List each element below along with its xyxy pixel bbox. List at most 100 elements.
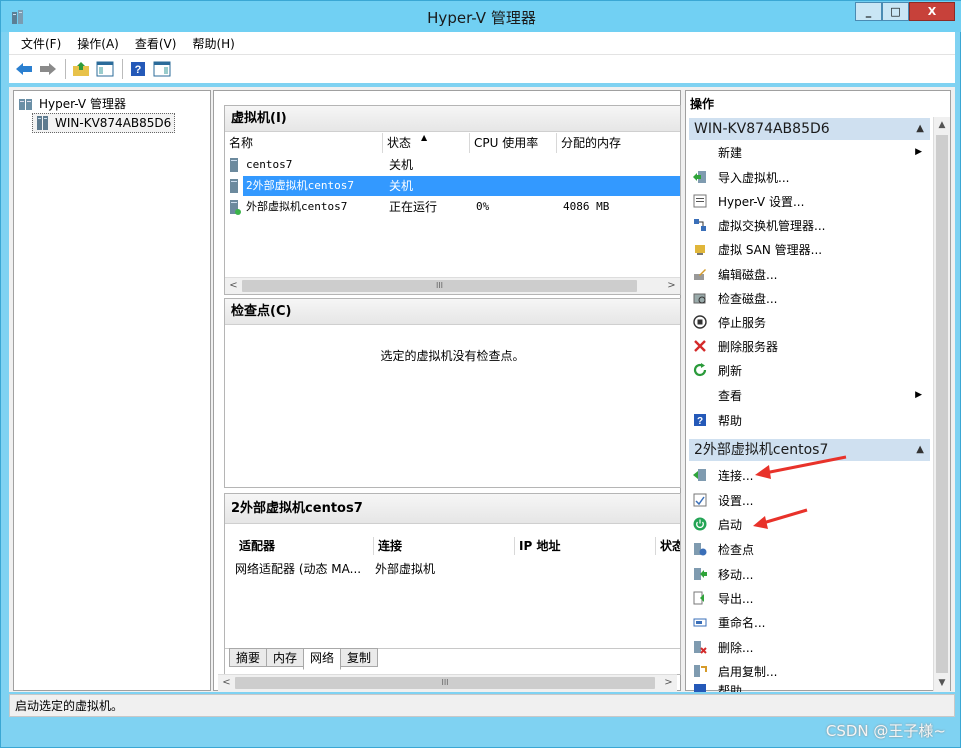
up-folder-icon[interactable] (70, 58, 92, 80)
menu-view[interactable]: 查看(V) (135, 35, 177, 52)
center-hscrollbar[interactable]: < III > (218, 674, 677, 691)
col-connection[interactable]: 连接 (374, 537, 515, 555)
tab-summary[interactable]: 摘要 (229, 648, 268, 667)
vm-row-selected[interactable]: 2外部虚拟机centos7 关机 (225, 176, 680, 196)
scroll-right-icon[interactable]: > (663, 278, 680, 294)
tree-root[interactable]: Hyper-V 管理器 (18, 95, 126, 112)
help-icon: ? (692, 412, 708, 428)
menu-bar: 文件(F) 操作(A) 查看(V) 帮助(H) (9, 32, 955, 54)
scroll-thumb[interactable] (936, 135, 948, 673)
checkpoints-panel: 检查点(C) 选定的虚拟机没有检查点。 (224, 298, 681, 488)
action-export[interactable]: 导出... (692, 587, 930, 609)
action-hyperv-settings[interactable]: Hyper-V 设置... (692, 190, 930, 212)
action-new[interactable]: 新建 ▶ (692, 141, 930, 163)
vm-row[interactable]: 外部虚拟机centos7 正在运行 0% 4086 MB (225, 197, 680, 217)
rename-icon (692, 614, 708, 630)
actions-title: 操作 (690, 97, 715, 111)
scroll-up-icon[interactable]: ▲ (934, 117, 950, 133)
col-name[interactable]: 名称 (225, 133, 383, 153)
vm-state: 关机 (389, 179, 414, 193)
col-cpu[interactable]: CPU 使用率 (470, 133, 557, 153)
tree-server-label: WIN-KV874AB85D6 (55, 116, 172, 130)
scroll-down-icon[interactable]: ▼ (934, 675, 950, 691)
collapse-icon[interactable]: ▲ (916, 439, 924, 461)
scroll-thumb[interactable]: III (242, 280, 637, 292)
action-virtual-switch-manager[interactable]: 虚拟交换机管理器... (692, 214, 930, 236)
tab-network[interactable]: 网络 (303, 648, 342, 670)
forward-arrow-icon[interactable] (37, 58, 59, 80)
action-help[interactable]: ? 帮助 (692, 409, 930, 431)
menu-help[interactable]: 帮助(H) (192, 35, 234, 52)
menu-file[interactable]: 文件(F) (21, 35, 61, 52)
show-hide-console-tree-icon[interactable] (94, 58, 116, 80)
action-inspect-disk[interactable]: 检查磁盘... (692, 287, 930, 309)
vm-list-hscrollbar[interactable]: < III > (225, 277, 680, 294)
action-vm-help[interactable]: 帮助 (692, 682, 930, 692)
col-state[interactable]: 状态 ▲ (383, 133, 470, 153)
col-memory[interactable]: 分配的内存 (557, 133, 680, 153)
tree-server[interactable]: WIN-KV874AB85D6 (32, 113, 176, 133)
details-panel: 2外部虚拟机centos7 适配器 连接 IP 地址 状态 网络适配器 (动态 … (224, 493, 681, 675)
center-pane: 虚拟机(I) 名称 状态 ▲ CPU 使用率 分配的内存 centos7 关机 (213, 90, 681, 691)
action-remove-server[interactable]: 删除服务器 (692, 335, 930, 357)
action-start[interactable]: 启动 (692, 513, 930, 535)
tab-replication[interactable]: 复制 (340, 648, 379, 667)
tab-memory[interactable]: 内存 (266, 648, 305, 667)
help-icon[interactable]: ? (127, 58, 149, 80)
back-arrow-icon[interactable] (13, 58, 35, 80)
close-button[interactable]: X (909, 2, 955, 21)
scroll-right-icon[interactable]: > (660, 675, 677, 691)
import-icon (692, 169, 708, 185)
delete-vm-icon (692, 639, 708, 655)
maximize-button[interactable]: □ (882, 2, 909, 21)
action-view[interactable]: 查看 ▶ (692, 384, 930, 406)
vm-row[interactable]: centos7 关机 (225, 155, 680, 175)
action-checkpoint[interactable]: 检查点 (692, 538, 930, 560)
action-settings[interactable]: 设置... (692, 489, 930, 511)
action-rename[interactable]: 重命名... (692, 611, 930, 633)
server-actions-section[interactable]: WIN-KV874AB85D6 ▲ (689, 118, 930, 140)
annotation-arrow-connect (755, 455, 847, 479)
toolbar-separator (122, 59, 123, 79)
scroll-left-icon[interactable]: < (225, 278, 242, 294)
scroll-thumb[interactable]: III (235, 677, 655, 689)
action-label: 删除... (718, 640, 754, 655)
col-status[interactable]: 状态 (656, 537, 680, 555)
title-bar[interactable]: Hyper-V 管理器 _ □ X (1, 1, 961, 32)
adapter-name: 网络适配器 (动态 MA... (235, 562, 362, 576)
action-refresh[interactable]: 刷新 (692, 359, 930, 381)
action-virtual-san-manager[interactable]: 虚拟 SAN 管理器... (692, 238, 930, 260)
action-label: 帮助 (718, 413, 743, 428)
collapse-icon[interactable]: ▲ (916, 118, 924, 140)
action-enable-replication[interactable]: 启用复制... (692, 660, 930, 682)
minimize-button[interactable]: _ (855, 2, 882, 21)
edit-disk-icon (692, 266, 708, 282)
action-label: 启动 (718, 517, 743, 532)
col-state-label: 状态 (387, 136, 412, 150)
action-stop-service[interactable]: 停止服务 (692, 311, 930, 333)
vm-icon (230, 179, 238, 193)
action-delete[interactable]: 删除... (692, 636, 930, 658)
action-label: 删除服务器 (718, 339, 779, 354)
menu-action[interactable]: 操作(A) (77, 35, 119, 52)
col-adapter[interactable]: 适配器 (235, 537, 374, 555)
action-edit-disk[interactable]: 编辑磁盘... (692, 263, 930, 285)
vm-memory: 4086 MB (563, 200, 610, 213)
help-icon (692, 682, 708, 692)
action-import-vm[interactable]: 导入虚拟机... (692, 166, 930, 188)
vm-name: 外部虚拟机centos7 (246, 200, 348, 213)
inspect-disk-icon (692, 290, 708, 306)
col-ip-address[interactable]: IP 地址 (515, 537, 656, 555)
show-hide-action-pane-icon[interactable] (151, 58, 173, 80)
scroll-left-icon[interactable]: < (218, 675, 235, 691)
export-icon (692, 590, 708, 606)
action-label: 刷新 (718, 363, 743, 378)
settings-icon (692, 193, 708, 209)
actions-vscrollbar[interactable]: ▲ ▼ (933, 117, 950, 691)
action-label: 检查磁盘... (718, 291, 778, 306)
action-move[interactable]: 移动... (692, 563, 930, 585)
tree-root-label: Hyper-V 管理器 (39, 97, 126, 111)
details-tabs: 摘要 内存 网络 复制 (229, 648, 379, 670)
annotation-arrow-start (753, 508, 808, 529)
action-label: 重命名... (718, 615, 766, 630)
